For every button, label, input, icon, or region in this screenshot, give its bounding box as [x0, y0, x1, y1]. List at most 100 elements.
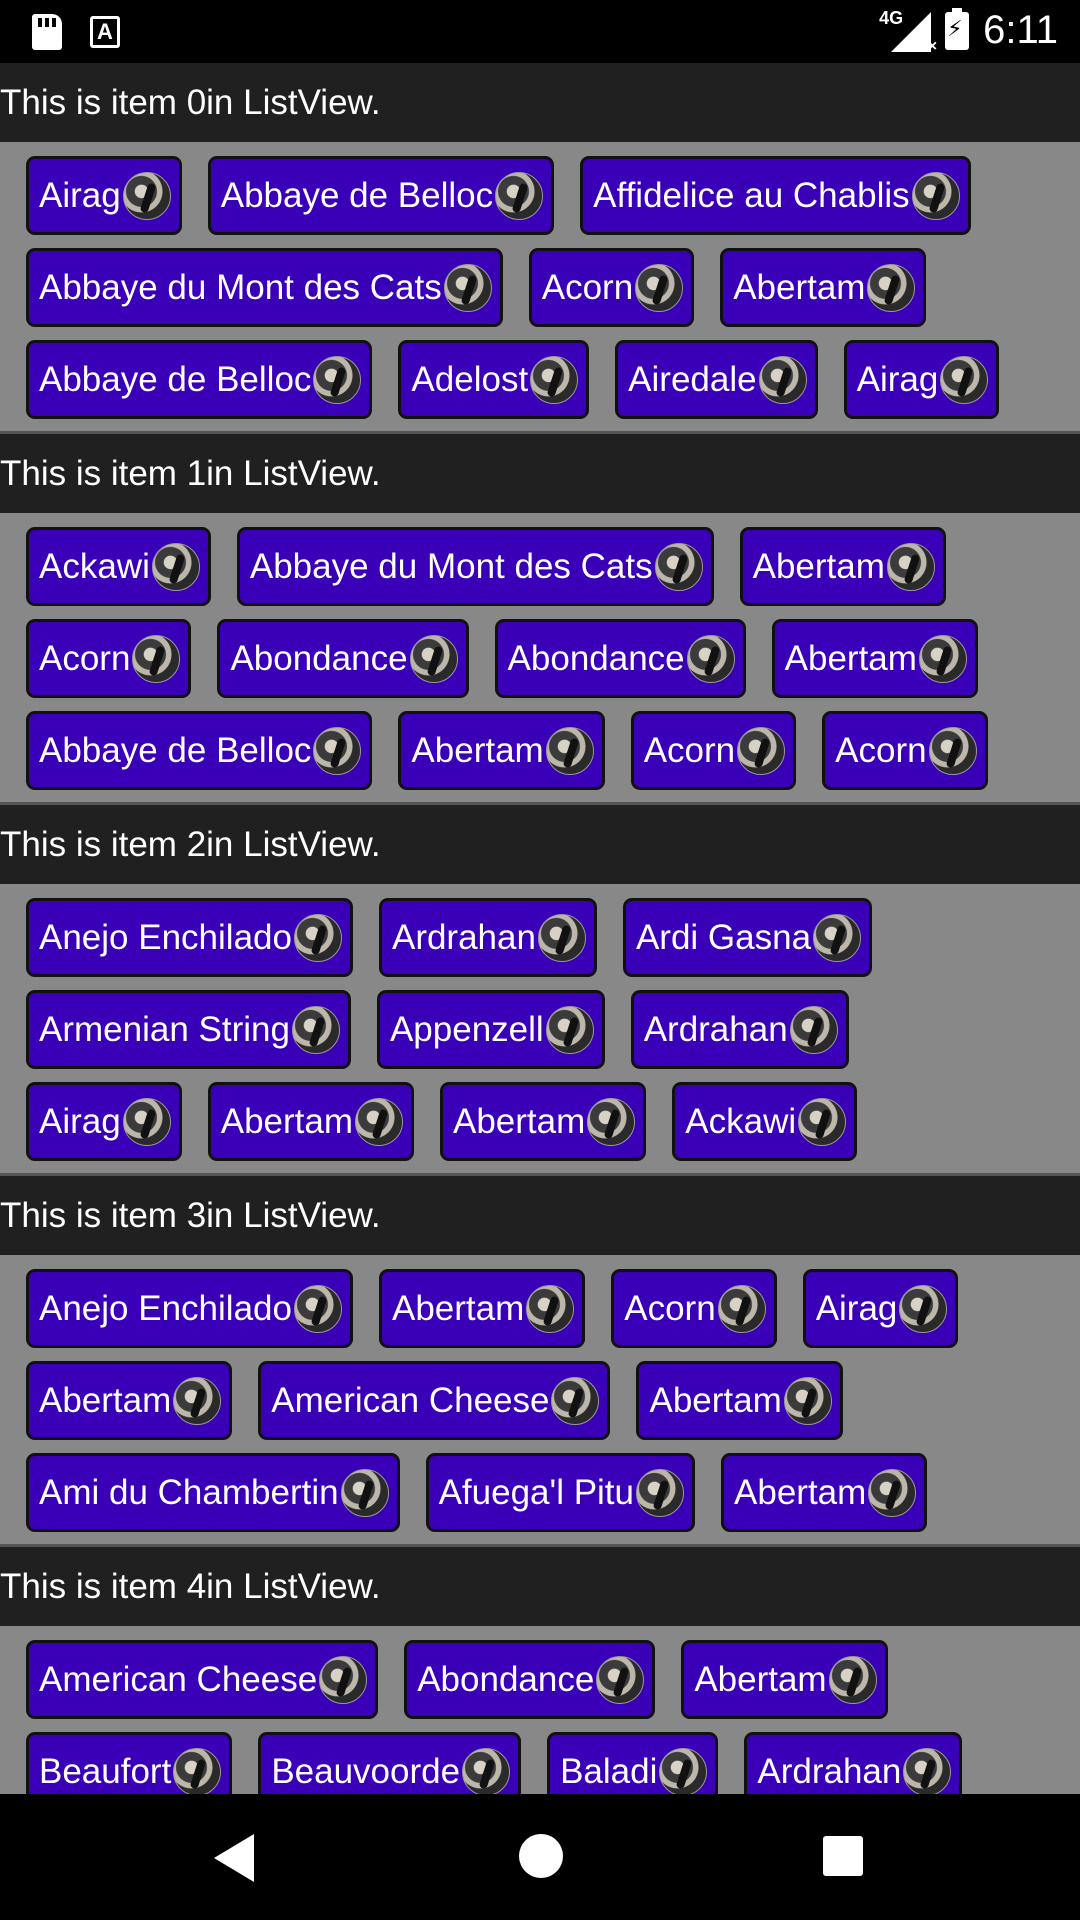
- chip-label: Abertam: [220, 1101, 353, 1141]
- cheese-chip[interactable]: Abondance: [217, 619, 469, 698]
- cheese-chip[interactable]: Anejo Enchilado: [26, 898, 353, 977]
- chip-label: Abbaye du Mont des Cats: [249, 546, 653, 586]
- avatar-icon: [530, 355, 579, 404]
- cheese-chip[interactable]: Airag: [843, 340, 1000, 419]
- cheese-chip[interactable]: Affidelice au Chablis: [580, 156, 971, 235]
- cheese-chip[interactable]: Acorn: [528, 248, 695, 327]
- cheese-chip[interactable]: Abertam: [440, 1082, 647, 1161]
- status-bar: A 4G × 6:11: [0, 0, 1080, 63]
- avatar-icon: [495, 171, 544, 220]
- avatar-icon: [409, 634, 458, 683]
- chip-label: Ardi Gasna: [635, 917, 812, 957]
- list-item-header[interactable]: This is item 4in ListView.: [0, 1547, 1080, 1626]
- cheese-chip[interactable]: Acorn: [611, 1269, 777, 1348]
- cheese-chip[interactable]: Abertam: [721, 1453, 928, 1532]
- chip-label: Abertam: [733, 267, 866, 307]
- cheese-chip[interactable]: Beaufort: [26, 1732, 233, 1794]
- avatar-icon: [545, 1005, 594, 1054]
- chip-label: Ackawi: [685, 1101, 797, 1141]
- cheese-chip[interactable]: Abertam: [207, 1082, 414, 1161]
- system-icons: 4G × 6:11: [879, 7, 1058, 55]
- chip-row: Anejo Enchilado Ardrahan Ardi Gasna: [26, 898, 1080, 977]
- cheese-chip[interactable]: Ardi Gasna: [622, 898, 873, 977]
- cheese-chip[interactable]: Ami du Chambertin: [26, 1453, 400, 1532]
- cheese-chip[interactable]: Abertam: [398, 711, 605, 790]
- cheese-chip[interactable]: Ardrahan: [378, 898, 597, 977]
- cheese-chip[interactable]: Abbaye de Belloc: [207, 156, 555, 235]
- cheese-chip[interactable]: Acorn: [822, 711, 988, 790]
- cheese-chip[interactable]: Abertam: [636, 1361, 843, 1440]
- chip-label: Abertam: [694, 1659, 827, 1699]
- recents-icon[interactable]: [823, 1836, 863, 1876]
- list-item-header[interactable]: This is item 3in ListView.: [0, 1176, 1080, 1255]
- chip-label: Acorn: [624, 1288, 716, 1328]
- cheese-chip[interactable]: Acorn: [630, 711, 797, 790]
- cheese-chip[interactable]: Abertam: [378, 1269, 586, 1348]
- avatar-icon: [293, 913, 342, 962]
- signal-icon: 4G ×: [879, 7, 938, 55]
- cheese-chip[interactable]: Abertam: [681, 1640, 888, 1719]
- cheese-chip[interactable]: Ardrahan: [744, 1732, 963, 1794]
- cheese-chip[interactable]: Airedale: [615, 340, 818, 419]
- chip-label: Baladi: [560, 1751, 658, 1791]
- cheese-chip[interactable]: Ackawi: [26, 527, 211, 606]
- cheese-chip[interactable]: Abbaye de Belloc: [26, 711, 373, 790]
- home-icon[interactable]: [519, 1834, 563, 1878]
- cheese-chip[interactable]: Adelost: [398, 340, 590, 419]
- chip-label: Airag: [39, 175, 121, 215]
- back-icon[interactable]: [214, 1834, 254, 1882]
- avatar-icon: [813, 913, 862, 962]
- cheese-chip[interactable]: Airag: [26, 1082, 182, 1161]
- list-view[interactable]: This is item 0in ListView. Airag Abbaye de…: [0, 63, 1080, 1794]
- cheese-chip[interactable]: Airag: [26, 156, 182, 235]
- avatar-icon: [868, 1468, 917, 1517]
- cheese-chip[interactable]: American Cheese: [26, 1640, 379, 1719]
- avatar-icon: [132, 634, 181, 683]
- cheese-chip[interactable]: Anejo Enchilado: [26, 1269, 353, 1348]
- avatar-icon: [551, 1376, 600, 1425]
- chip-label: Abondance: [417, 1659, 595, 1699]
- chip-label: Abertam: [784, 638, 917, 678]
- list-item-header[interactable]: This is item 1in ListView.: [0, 434, 1080, 513]
- chip-label: American Cheese: [39, 1659, 318, 1699]
- cheese-chip[interactable]: Airag: [802, 1269, 959, 1348]
- cheese-chip[interactable]: Ardrahan: [630, 990, 849, 1069]
- avatar-icon: [462, 1747, 511, 1794]
- chip-label: Abbaye du Mont des Cats: [39, 267, 442, 307]
- cheese-chip[interactable]: Acorn: [26, 619, 192, 698]
- chip-row: Abbaye de Belloc Adelost Airedale Airag: [26, 340, 1080, 419]
- chip-group: Anejo Enchilado Ardrahan Ardi Gasna Armenia…: [0, 884, 1080, 1176]
- cheese-chip[interactable]: Afuega'l Pitu: [425, 1453, 696, 1532]
- cheese-chip[interactable]: Ackawi: [672, 1082, 858, 1161]
- chip-row: American Cheese Abondance Abertam: [26, 1640, 1080, 1719]
- cheese-chip[interactable]: Abbaye du Mont des Cats: [236, 527, 714, 606]
- cheese-chip[interactable]: Armenian String: [26, 990, 351, 1069]
- cheese-chip[interactable]: Abbaye de Belloc: [26, 340, 373, 419]
- cheese-chip[interactable]: Abondance: [404, 1640, 656, 1719]
- list-item-header[interactable]: This is item 0in ListView.: [0, 63, 1080, 142]
- chip-row: Ami du Chambertin Afuega'l Pitu Abertam: [26, 1453, 1080, 1532]
- cheese-chip[interactable]: Appenzell: [376, 990, 605, 1069]
- cheese-chip[interactable]: Abbaye du Mont des Cats: [26, 248, 503, 327]
- avatar-icon: [867, 263, 916, 312]
- cheese-chip[interactable]: Abondance: [494, 619, 746, 698]
- avatar-icon: [911, 171, 960, 220]
- cheese-chip[interactable]: Baladi: [547, 1732, 719, 1794]
- list-item-header[interactable]: This is item 2in ListView.: [0, 805, 1080, 884]
- chip-label: Abbaye de Belloc: [39, 359, 312, 399]
- cheese-chip[interactable]: Abertam: [26, 1361, 233, 1440]
- cheese-chip[interactable]: Abertam: [720, 248, 927, 327]
- avatar-icon: [789, 1005, 838, 1054]
- cheese-chip[interactable]: American Cheese: [258, 1361, 611, 1440]
- cheese-chip[interactable]: Abertam: [739, 527, 946, 606]
- clock: 6:11: [983, 8, 1058, 52]
- chip-label: Airedale: [628, 359, 757, 399]
- chip-label: Abertam: [453, 1101, 586, 1141]
- avatar-icon: [355, 1097, 403, 1146]
- avatar-icon: [443, 263, 492, 312]
- cheese-chip[interactable]: Abertam: [771, 619, 978, 698]
- chip-row: Armenian String Appenzell Ardrahan: [26, 990, 1080, 1069]
- avatar-icon: [758, 355, 807, 404]
- cheese-chip[interactable]: Beauvoorde: [258, 1732, 522, 1794]
- chip-label: Acorn: [39, 638, 131, 678]
